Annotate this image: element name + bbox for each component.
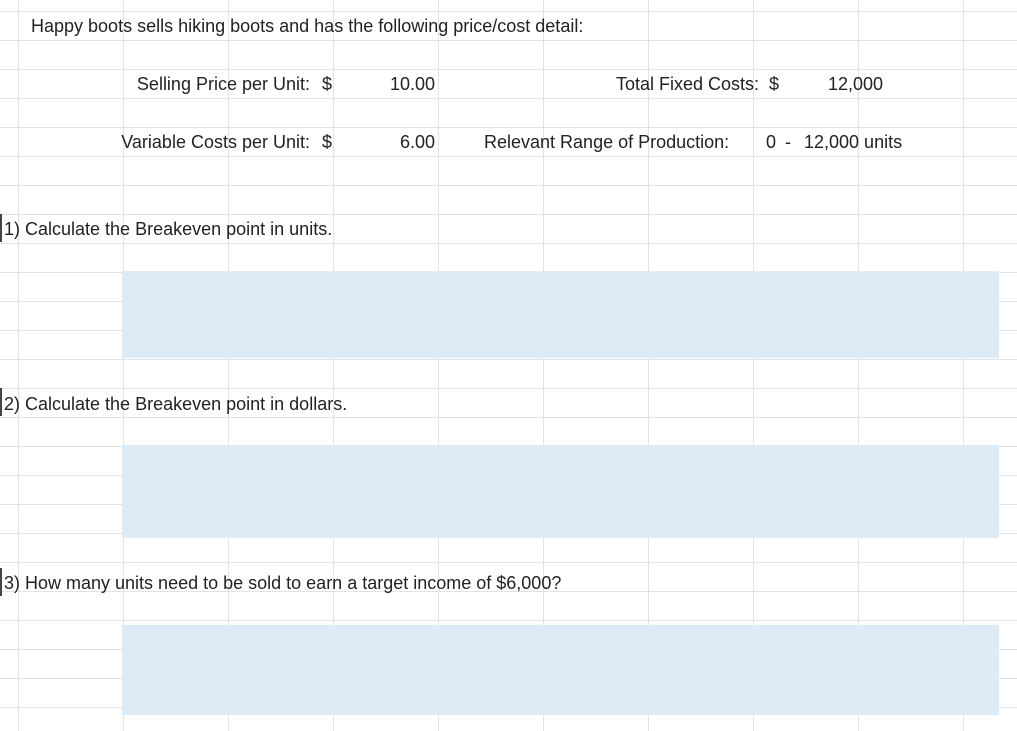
- fixed-costs-currency: $: [769, 74, 780, 94]
- relevant-range-label: Relevant Range of Production:: [484, 132, 730, 152]
- variable-costs-value[interactable]: 6.00: [400, 131, 435, 153]
- selling-price-label: Selling Price per Unit:: [136, 74, 310, 94]
- cell-border-mark: [0, 568, 2, 596]
- answer-box-3[interactable]: [122, 625, 999, 715]
- cell-border-mark: [0, 388, 2, 416]
- answer-box-1[interactable]: [122, 271, 999, 358]
- cell-border-mark: [0, 214, 2, 242]
- relevant-range-high[interactable]: 12,000 units: [804, 131, 902, 153]
- relevant-range-dash: -: [785, 132, 791, 152]
- relevant-range-low[interactable]: 0: [766, 131, 776, 153]
- fixed-costs-label: Total Fixed Costs:: [615, 74, 759, 94]
- variable-costs-currency: $: [322, 132, 333, 152]
- intro-text: Happy boots sells hiking boots and has t…: [31, 16, 584, 36]
- variable-costs-label: Variable Costs per Unit:: [121, 132, 310, 152]
- question-3: 3) How many units need to be sold to ear…: [4, 573, 562, 593]
- spreadsheet-grid[interactable]: Happy boots sells hiking boots and has t…: [0, 0, 1017, 731]
- selling-price-currency: $: [322, 74, 333, 94]
- question-1: 1) Calculate the Breakeven point in unit…: [4, 219, 333, 239]
- fixed-costs-value[interactable]: 12,000: [828, 73, 883, 95]
- answer-box-2[interactable]: [122, 445, 999, 538]
- question-2: 2) Calculate the Breakeven point in doll…: [4, 394, 348, 414]
- selling-price-value[interactable]: 10.00: [390, 73, 435, 95]
